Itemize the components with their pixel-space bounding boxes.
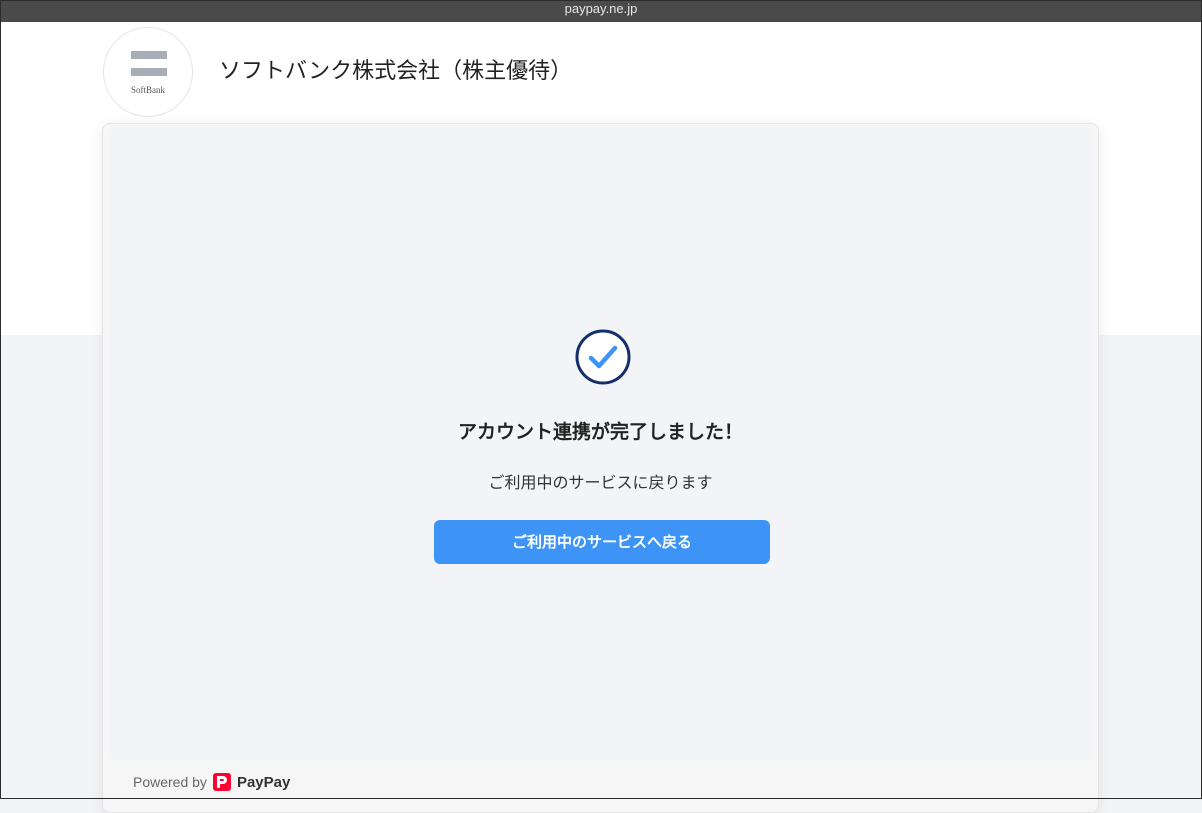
merchant-name: ソフトバンク株式会社（株主優待） bbox=[219, 59, 573, 84]
success-heading: アカウント連携が完了しました！ bbox=[457, 421, 743, 443]
content-card: アカウント連携が完了しました！ ご利用中のサービスに戻ります ご利用中のサービス… bbox=[102, 123, 1099, 813]
return-message: ご利用中のサービスに戻ります bbox=[488, 473, 713, 492]
address-bar[interactable]: paypay.ne.jp bbox=[0, 0, 1202, 22]
return-to-service-button[interactable]: ご利用中のサービスへ戻る bbox=[434, 520, 770, 564]
powered-by-label: Powered by bbox=[133, 774, 207, 790]
paypay-brand: PayPay bbox=[236, 773, 291, 791]
url-text: paypay.ne.jp bbox=[564, 1, 638, 16]
powered-by-footer: Powered by PayPay bbox=[133, 773, 290, 791]
merchant-logo: SoftBank bbox=[103, 27, 193, 117]
paypay-logo-icon bbox=[212, 773, 231, 791]
logo-bar-bottom bbox=[131, 68, 167, 76]
logo-bar-top bbox=[131, 51, 167, 59]
logo-text: SoftBank bbox=[130, 85, 165, 95]
check-circle-icon bbox=[575, 329, 631, 385]
result-panel: アカウント連携が完了しました！ ご利用中のサービスに戻ります ご利用中のサービス… bbox=[109, 129, 1092, 759]
